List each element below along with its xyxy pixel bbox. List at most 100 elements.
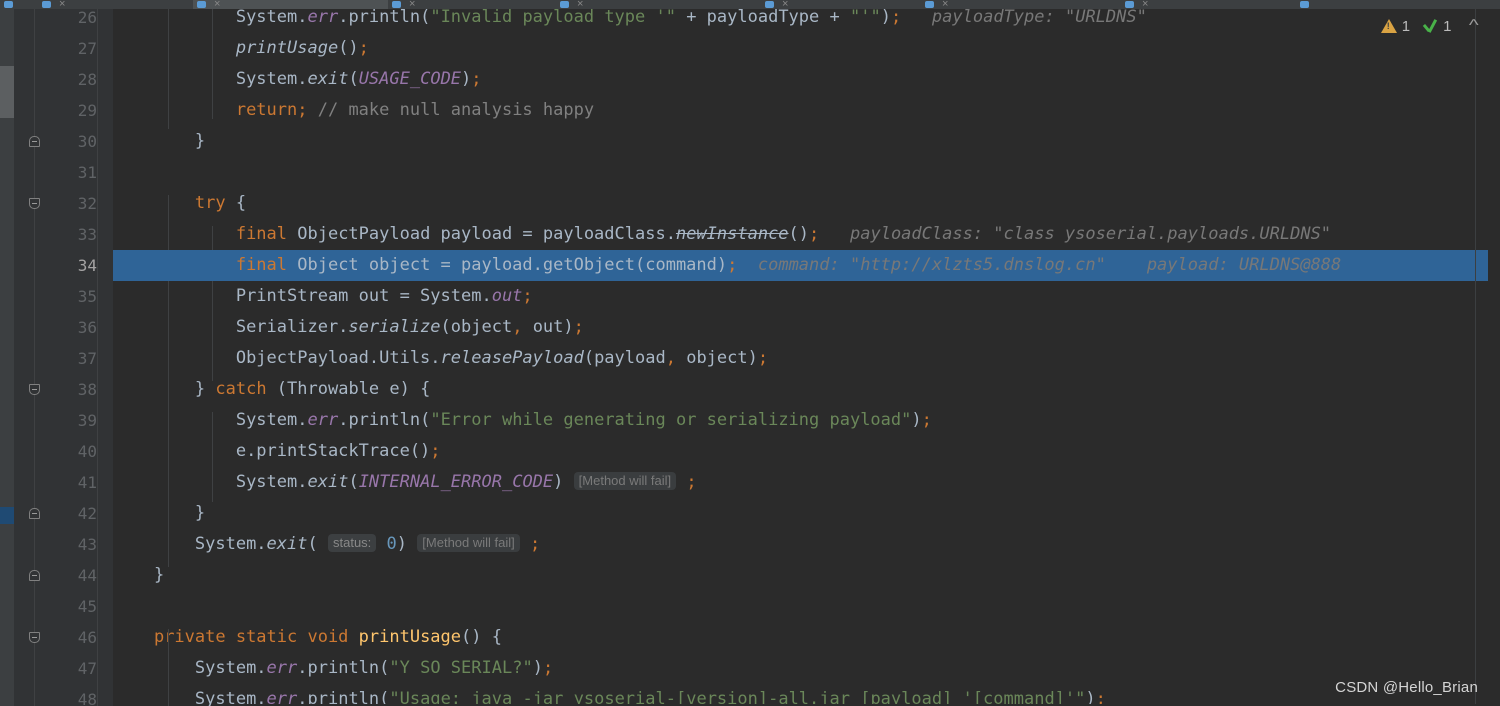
code-line[interactable]: System.exit(INTERNAL_ERROR_CODE) [Method… — [113, 467, 1500, 498]
code-editor[interactable]: System.err.println("Invalid payload type… — [113, 9, 1500, 706]
editor-tab[interactable]: × — [1121, 0, 1297, 9]
code-line[interactable]: printUsage(); — [113, 33, 1500, 64]
execution-point-marker — [0, 507, 14, 524]
indent-guide — [212, 412, 213, 502]
code-token: ; — [890, 9, 902, 27]
code-token: ) — [553, 472, 564, 492]
fold-start-icon[interactable] — [29, 384, 40, 395]
green-check-icon[interactable] — [1421, 19, 1438, 34]
code-token: ( — [348, 69, 359, 89]
gutter-divider — [97, 9, 98, 706]
code-token: 0 — [386, 534, 397, 554]
editor-tab[interactable]: × — [761, 0, 922, 9]
code-token: ; — [727, 255, 738, 275]
code-token: Serializer. — [235, 317, 349, 337]
editor-tab[interactable]: × — [388, 0, 557, 9]
fold-end-icon[interactable] — [29, 508, 40, 519]
editor-tab[interactable]: × — [556, 0, 762, 9]
code-token: ; — [757, 348, 769, 368]
code-line[interactable] — [113, 157, 1500, 188]
code-line[interactable]: System.err.println("Invalid payload type… — [113, 9, 1500, 33]
code-token: ) — [396, 534, 408, 554]
code-token: , — [665, 348, 676, 368]
editor-scrollbar-marks[interactable] — [1488, 9, 1500, 706]
code-token: ; — [471, 69, 482, 89]
fold-start-icon[interactable] — [29, 632, 40, 643]
line-number: 47 — [77, 659, 97, 678]
line-number: 31 — [77, 163, 97, 182]
code-token: "Y SO SERIAL?" — [389, 658, 533, 678]
code-line[interactable] — [113, 591, 1500, 622]
parameter-name-inlay[interactable]: status: — [327, 534, 377, 552]
method-will-fail-inlay[interactable]: [Method will fail] — [573, 472, 677, 490]
close-icon[interactable]: × — [782, 0, 788, 9]
code-line-executing[interactable]: final Object object = payload.getObject(… — [113, 250, 1500, 281]
fold-end-icon[interactable] — [29, 136, 40, 147]
editor-gutter[interactable]: 26 27 28 29 30 31 32 33 34 35 36 37 38 3… — [15, 8, 113, 706]
fold-end-icon[interactable] — [29, 570, 40, 581]
line-number: 30 — [77, 132, 97, 151]
code-token: ; — [358, 38, 369, 58]
editor-tab[interactable]: × — [921, 0, 1122, 9]
line-number: 43 — [77, 535, 97, 554]
code-line[interactable]: return; // make null analysis happy — [113, 95, 1500, 126]
indent-guide — [168, 629, 169, 706]
code-line[interactable]: e.printStackTrace(); — [113, 436, 1500, 467]
code-token: ; — [676, 472, 697, 492]
line-number: 37 — [77, 349, 97, 368]
close-icon[interactable]: × — [577, 0, 583, 9]
code-line[interactable]: System.err.println("Usage: java -jar yso… — [113, 684, 1500, 706]
code-token: .println( — [297, 658, 390, 678]
editor-tab[interactable] — [0, 0, 39, 9]
code-token: ObjectPayload payload = payloadClass. — [287, 224, 676, 244]
code-token: private static void — [153, 627, 349, 647]
close-icon[interactable]: × — [1142, 0, 1148, 9]
code-token: .println( — [338, 410, 431, 430]
code-line[interactable]: private static void printUsage() { — [113, 622, 1500, 653]
code-line[interactable]: } — [113, 498, 1500, 529]
inspection-widget[interactable]: 1 1 ^ — [1380, 14, 1479, 38]
code-token: INTERNAL_ERROR_CODE — [358, 472, 554, 492]
code-line[interactable]: System.err.println("Error while generati… — [113, 405, 1500, 436]
line-number: 42 — [77, 504, 97, 523]
code-token: serialize — [348, 317, 441, 337]
code-token: ; — [519, 534, 541, 554]
chevron-up-icon[interactable]: ^ — [1469, 17, 1479, 35]
code-token: exit — [307, 472, 349, 492]
scrollbar-thumb[interactable] — [0, 66, 14, 118]
fold-start-icon[interactable] — [29, 198, 40, 209]
editor-tab-active[interactable]: × — [193, 0, 389, 9]
code-line[interactable]: System.exit(USAGE_CODE); — [113, 64, 1500, 95]
line-number-current: 34 — [77, 256, 97, 275]
code-line[interactable]: ObjectPayload.Utils.releasePayload(paylo… — [113, 343, 1500, 374]
code-token: { — [225, 193, 247, 213]
close-icon[interactable]: × — [214, 0, 220, 9]
close-icon[interactable]: × — [59, 0, 65, 9]
editor-tab[interactable]: × — [38, 0, 194, 9]
line-number: 39 — [77, 411, 97, 430]
code-token: ; — [542, 658, 554, 678]
editor-tab[interactable] — [1296, 0, 1500, 9]
code-line[interactable]: System.exit( status: 0) [Method will fai… — [113, 529, 1500, 560]
line-number: 33 — [77, 225, 97, 244]
warning-triangle-icon[interactable] — [1380, 19, 1397, 33]
close-icon[interactable]: × — [942, 0, 948, 9]
left-marker-strip[interactable] — [0, 9, 15, 706]
code-line[interactable]: System.err.println("Y SO SERIAL?"); — [113, 653, 1500, 684]
code-token: ) — [461, 69, 472, 89]
java-file-icon — [42, 1, 51, 8]
code-line[interactable]: } — [113, 126, 1500, 157]
close-icon[interactable]: × — [409, 0, 415, 9]
java-file-icon — [1125, 1, 1134, 8]
code-token: .println( — [338, 9, 431, 27]
code-line[interactable]: PrintStream out = System.out; — [113, 281, 1500, 312]
code-line[interactable]: } — [113, 560, 1500, 591]
method-will-fail-inlay[interactable]: [Method will fail] — [417, 534, 520, 552]
java-file-icon — [560, 1, 569, 8]
code-line[interactable]: } catch (Throwable e) { — [113, 374, 1500, 405]
editor-tab-strip[interactable]: × × × × × × × — [0, 0, 1500, 9]
code-line[interactable]: Serializer.serialize(object, out); — [113, 312, 1500, 343]
code-line[interactable]: try { — [113, 188, 1500, 219]
code-line[interactable]: final ObjectPayload payload = payloadCla… — [113, 219, 1500, 250]
java-file-icon — [765, 1, 774, 8]
